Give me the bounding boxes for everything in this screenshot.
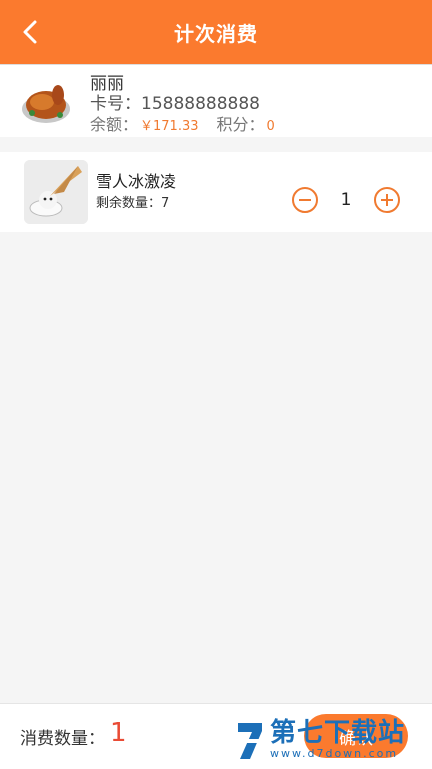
watermark-url: www.d7down.com	[270, 747, 399, 760]
count-label: 消费数量：	[20, 729, 105, 749]
member-card: 丽丽 卡号：15888888888 余额： ￥171.33 积分： 0	[0, 64, 432, 137]
chevron-left-icon	[23, 20, 37, 44]
remaining-label: 剩余数量：	[96, 196, 162, 211]
quantity-stepper: 1	[292, 186, 400, 214]
points-label: 积分：	[216, 115, 265, 134]
count-value: 1	[110, 718, 127, 748]
product-name: 雪人冰激凌	[96, 172, 177, 191]
watermark: 第七下载站 www.d7down.com	[232, 712, 432, 768]
quantity-value: 1	[340, 190, 352, 210]
top-bar: 计次消费	[0, 0, 432, 64]
remaining-value: 7	[161, 196, 170, 211]
balance-row: 余额： ￥171.33 积分： 0	[90, 111, 275, 135]
balance-value: ￥171.33	[140, 119, 199, 134]
minus-icon	[299, 199, 311, 201]
avatar	[18, 75, 74, 131]
product-row: 雪人冰激凌 剩余数量：7 1	[0, 152, 432, 232]
balance-label: 余额：	[90, 115, 139, 134]
remaining-row: 剩余数量：7	[96, 192, 169, 211]
watermark-logo-icon	[238, 723, 262, 759]
back-button[interactable]	[12, 14, 48, 50]
points-value: 0	[266, 119, 275, 134]
product-image	[24, 160, 88, 224]
increase-button[interactable]	[374, 187, 400, 213]
decrease-button[interactable]	[292, 187, 318, 213]
page-title: 计次消费	[174, 21, 258, 46]
watermark-title: 第七下载站	[270, 718, 406, 748]
